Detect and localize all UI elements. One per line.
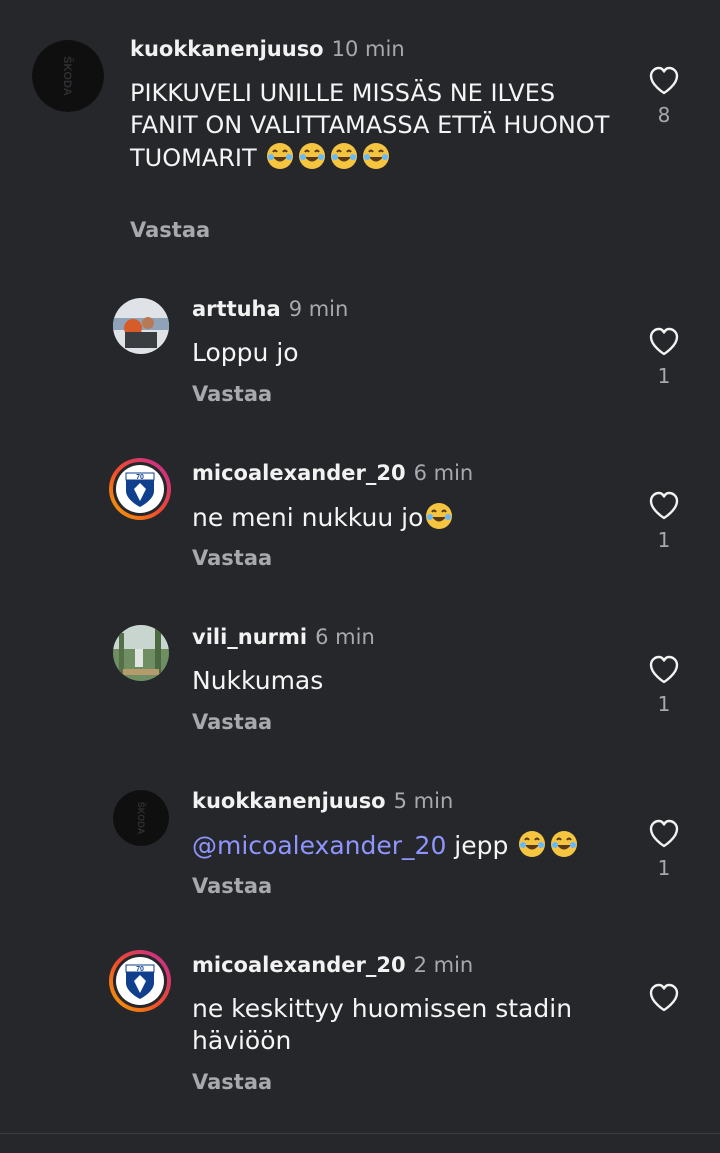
comment-header: kuokkanenjuuso 5 min (192, 787, 453, 815)
laughing-emoji-icon (363, 143, 390, 169)
timestamp: 6 min (413, 461, 474, 485)
svg-text:ŠKODA: ŠKODA (136, 802, 147, 835)
avatar[interactable]: 70 (108, 457, 172, 521)
svg-text:ŠKODA: ŠKODA (61, 56, 74, 96)
heart-icon[interactable] (648, 654, 680, 684)
avatar[interactable] (113, 298, 169, 354)
laughing-emoji-icon (299, 143, 326, 169)
avatar[interactable]: 70 (108, 949, 172, 1013)
comment-text: Loppu jo (192, 338, 299, 367)
username[interactable]: micoalexander_20 (192, 461, 406, 485)
laughing-emoji-icon (267, 143, 294, 169)
like-count: 1 (657, 692, 671, 716)
heart-icon[interactable] (648, 982, 680, 1012)
laughing-emoji-icon (551, 831, 578, 857)
timestamp: 6 min (315, 625, 375, 649)
like-count: 1 (657, 528, 671, 552)
like-button[interactable]: 1 (644, 818, 684, 880)
heart-icon[interactable] (648, 65, 680, 95)
reply-button[interactable]: Vastaa (130, 216, 210, 244)
username[interactable]: kuokkanenjuuso (130, 37, 324, 61)
like-button[interactable]: 8 (644, 65, 684, 127)
like-button[interactable]: 1 (644, 654, 684, 716)
laughing-emoji-icon (426, 503, 453, 529)
timestamp: 10 min (331, 37, 405, 61)
username[interactable]: arttuha (192, 297, 281, 321)
avatar[interactable]: ŠKODA (32, 40, 104, 112)
comment-header: micoalexander_20 2 min (192, 951, 473, 979)
svg-text:70: 70 (136, 966, 144, 973)
timestamp: 5 min (393, 789, 454, 813)
timestamp: 2 min (413, 953, 474, 977)
avatar[interactable]: ŠKODA (113, 790, 169, 846)
username[interactable]: kuokkanenjuuso (192, 789, 386, 813)
laughing-emoji-icon (519, 831, 546, 857)
username[interactable]: vili_nurmi (192, 625, 307, 649)
like-count: 1 (657, 856, 671, 880)
comment-header: kuokkanenjuuso 10 min (130, 35, 405, 63)
comment-text: Nukkumas (192, 666, 324, 695)
svg-text:70: 70 (136, 474, 144, 481)
heart-icon[interactable] (648, 490, 680, 520)
comment-text: ne keskittyy huomissen stadin häviöön (192, 994, 573, 1055)
comment-header: arttuha 9 min (192, 295, 348, 323)
reply-button[interactable]: Vastaa (192, 708, 272, 736)
timestamp: 9 min (288, 297, 349, 321)
like-button[interactable]: 1 (644, 490, 684, 552)
comment-text: ne meni nukkuu jo (192, 501, 455, 534)
reply-button[interactable]: Vastaa (192, 544, 272, 572)
reply-button[interactable]: Vastaa (192, 872, 272, 900)
username[interactable]: micoalexander_20 (192, 953, 406, 977)
comment-text: PIKKUVELI UNILLE MISSÄS NE ILVES FANIT O… (130, 79, 610, 172)
comment-header: vili_nurmi 6 min (192, 623, 375, 651)
heart-icon[interactable] (648, 818, 680, 848)
comment-header: micoalexander_20 6 min (192, 459, 473, 487)
comment-text: @micoalexander_20 jepp (192, 829, 580, 862)
reply-button[interactable]: Vastaa (192, 380, 272, 408)
reply-button[interactable]: Vastaa (192, 1068, 272, 1096)
like-count: 8 (657, 103, 671, 127)
laughing-emoji-icon (331, 143, 358, 169)
avatar[interactable] (113, 625, 169, 681)
heart-icon[interactable] (648, 326, 680, 356)
like-count: 1 (657, 364, 671, 388)
like-button[interactable]: 1 (644, 326, 684, 388)
mention-link[interactable]: @micoalexander_20 (192, 831, 446, 860)
divider (0, 1133, 720, 1134)
like-button[interactable] (644, 982, 684, 1012)
